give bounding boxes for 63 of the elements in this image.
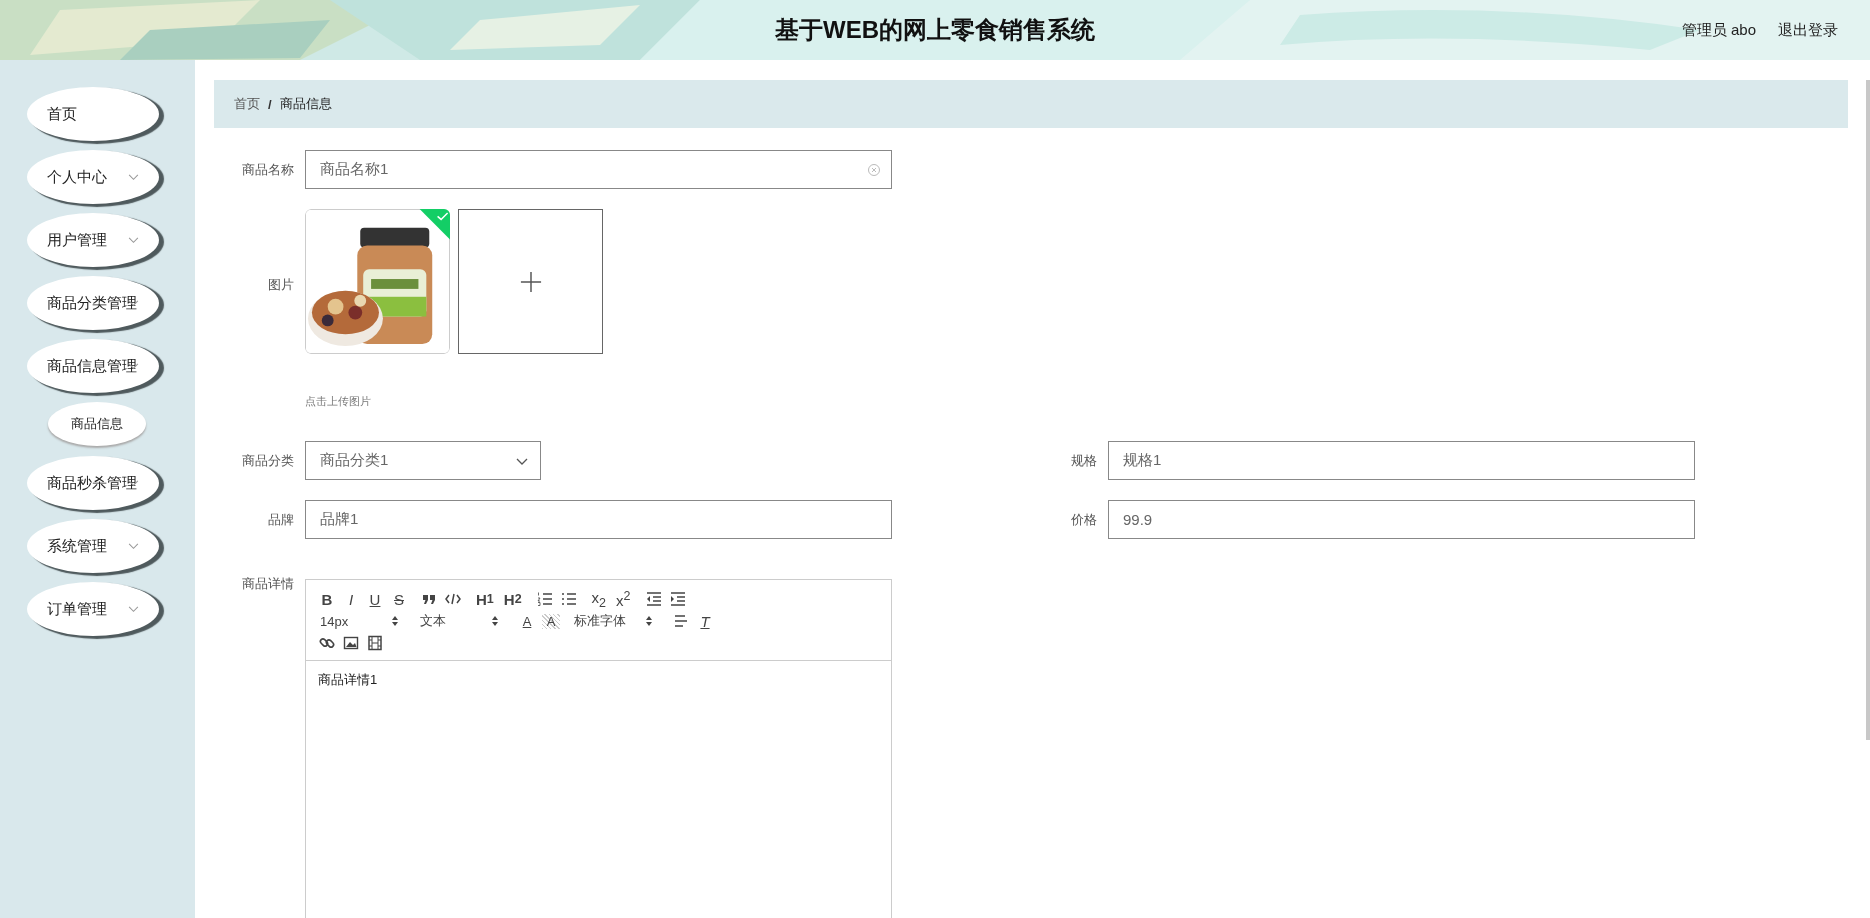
editor-content[interactable]: 商品详情1 — [306, 661, 891, 699]
script-button[interactable]: x$^{2}$ — [614, 589, 633, 609]
breadcrumb-link[interactable]: 首页 — [234, 95, 260, 113]
text-field[interactable]: 品牌1 — [305, 500, 892, 539]
upload-button[interactable] — [458, 209, 603, 354]
menu-item[interactable]: 首页 — [27, 87, 159, 141]
breadcrumb-separator: / — [268, 96, 272, 112]
select-field[interactable]: 商品分类1 — [305, 441, 541, 480]
field-label: 品牌 — [267, 510, 294, 529]
indent-icon[interactable] — [668, 590, 687, 608]
user-label: 管理员 abo — [1681, 20, 1756, 40]
text-field[interactable]: 商品名称1 — [305, 150, 892, 189]
chevron-down-icon — [516, 458, 528, 466]
sort-arrows-icon — [646, 616, 652, 626]
menu-item[interactable]: 个人中心 — [27, 150, 159, 204]
breadcrumb-link[interactable]: 商品信息 — [279, 95, 332, 113]
sort-arrows-icon — [392, 616, 398, 626]
italic-button[interactable]: I — [342, 590, 360, 608]
checkmark-icon — [436, 211, 449, 222]
field-label: 规格 — [1070, 451, 1097, 470]
format-dropdown[interactable]: 标准字体 — [572, 612, 660, 630]
script-button[interactable]: x$_{2}$ — [589, 588, 609, 610]
text-field[interactable]: 99.9 — [1108, 500, 1695, 539]
list-icon[interactable] — [559, 590, 578, 608]
bold-button[interactable]: B — [318, 590, 336, 608]
field-label: 商品名称 — [241, 160, 294, 179]
underline-button[interactable]: U — [366, 590, 384, 608]
menu-item[interactable]: 商品信息管理 — [27, 339, 159, 393]
chevron-down-icon — [128, 480, 139, 487]
upload-hint: 点击上传图片 — [305, 394, 372, 409]
logout-link[interactable]: 退出登录 — [1778, 20, 1838, 40]
menu-item[interactable]: 系统管理 — [27, 519, 159, 573]
text-color-button[interactable]: A — [518, 613, 536, 629]
menu-item[interactable]: 商品秒杀管理 — [27, 456, 159, 510]
clear-format-button[interactable]: T — [696, 612, 714, 630]
align-left-icon[interactable] — [672, 612, 690, 630]
text-field[interactable]: 规格1 — [1108, 441, 1695, 480]
background-color-button[interactable]: A — [542, 613, 560, 629]
field-label: 图片 — [267, 276, 294, 294]
menu-item[interactable]: 用户管理 — [27, 213, 159, 267]
chevron-down-icon — [128, 174, 139, 181]
strikethrough-button[interactable]: S — [390, 590, 408, 608]
chevron-down-icon — [128, 300, 139, 307]
chevron-down-icon — [128, 543, 139, 550]
chevron-down-icon — [128, 363, 139, 370]
menu-item[interactable]: 商品分类管理 — [27, 276, 159, 330]
chevron-down-icon — [128, 606, 139, 613]
chevron-down-icon — [128, 237, 139, 244]
plus-icon — [519, 270, 542, 293]
submenu-item[interactable]: 商品信息 — [48, 402, 146, 446]
field-label: 商品详情 — [241, 575, 294, 593]
sort-arrows-icon — [492, 616, 498, 626]
menu-item[interactable]: 订单管理 — [27, 582, 159, 636]
app-title: 基于WEB的网上零食销售系统 — [775, 15, 1095, 45]
list-icon[interactable] — [535, 590, 554, 608]
format-dropdown[interactable]: 14px — [318, 613, 406, 629]
format-dropdown[interactable]: 文本 — [418, 612, 506, 630]
image-icon[interactable] — [342, 634, 360, 652]
field-label: 商品分类 — [241, 451, 294, 470]
scrollbar[interactable] — [1866, 80, 1870, 740]
film-icon[interactable] — [366, 634, 384, 652]
field-label: 价格 — [1070, 510, 1097, 529]
indent-icon[interactable] — [644, 590, 663, 608]
